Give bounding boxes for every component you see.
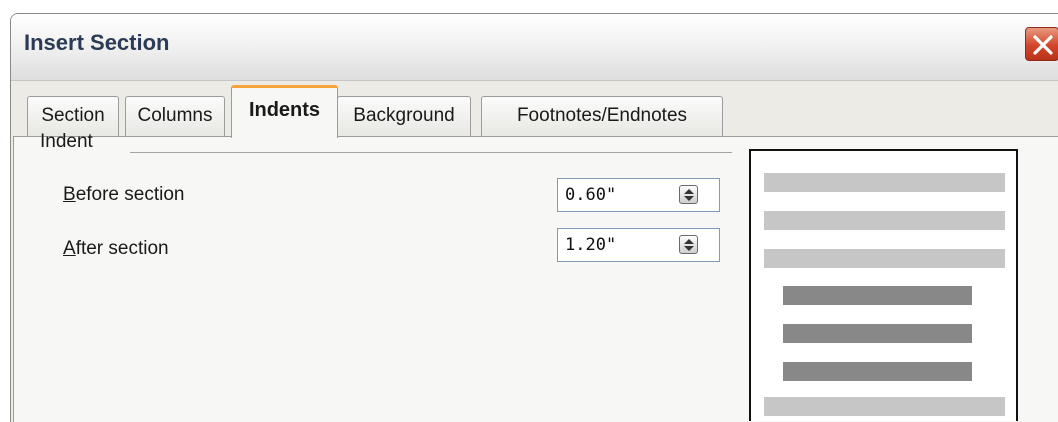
spin-arrows-icon bbox=[684, 239, 694, 251]
before-section-spin-button[interactable] bbox=[679, 185, 698, 204]
preview-text-line bbox=[764, 211, 1005, 230]
preview-section-line bbox=[783, 286, 972, 305]
before-section-spinbox[interactable]: 0.60" bbox=[557, 178, 720, 212]
close-icon bbox=[1033, 35, 1053, 55]
indent-preview bbox=[749, 149, 1018, 421]
spin-arrows-icon bbox=[684, 189, 694, 201]
tab-bar: Section Columns Indents Background Footn… bbox=[11, 82, 1058, 138]
preview-section-line bbox=[783, 324, 972, 343]
after-label-text: fter section bbox=[75, 238, 169, 259]
after-section-spin-button[interactable] bbox=[679, 235, 698, 254]
dialog-title: Insert Section bbox=[24, 30, 170, 55]
preview-text-line bbox=[764, 173, 1005, 192]
preview-text-line bbox=[764, 397, 1005, 416]
title-bar: Insert Section bbox=[11, 14, 1058, 81]
after-section-spinbox[interactable]: 1.20" bbox=[557, 228, 720, 262]
before-accesskey: B bbox=[63, 184, 76, 205]
indent-group-label: Indent bbox=[40, 131, 93, 152]
preview-section-line bbox=[783, 362, 972, 381]
tab-columns[interactable]: Columns bbox=[125, 96, 225, 137]
before-label-text: efore section bbox=[75, 184, 185, 205]
tab-background[interactable]: Background bbox=[337, 96, 471, 137]
before-section-value[interactable]: 0.60" bbox=[565, 185, 616, 205]
tab-indents[interactable]: Indents bbox=[231, 85, 338, 138]
preview-text-line bbox=[764, 249, 1005, 268]
tab-footnotes-endnotes[interactable]: Footnotes/Endnotes bbox=[481, 96, 723, 137]
after-section-value[interactable]: 1.20" bbox=[565, 235, 616, 255]
before-section-label: Before section bbox=[63, 184, 184, 206]
close-button[interactable] bbox=[1025, 27, 1058, 61]
after-section-label: After section bbox=[63, 238, 169, 260]
group-divider bbox=[130, 152, 732, 153]
after-accesskey: A bbox=[63, 238, 76, 259]
